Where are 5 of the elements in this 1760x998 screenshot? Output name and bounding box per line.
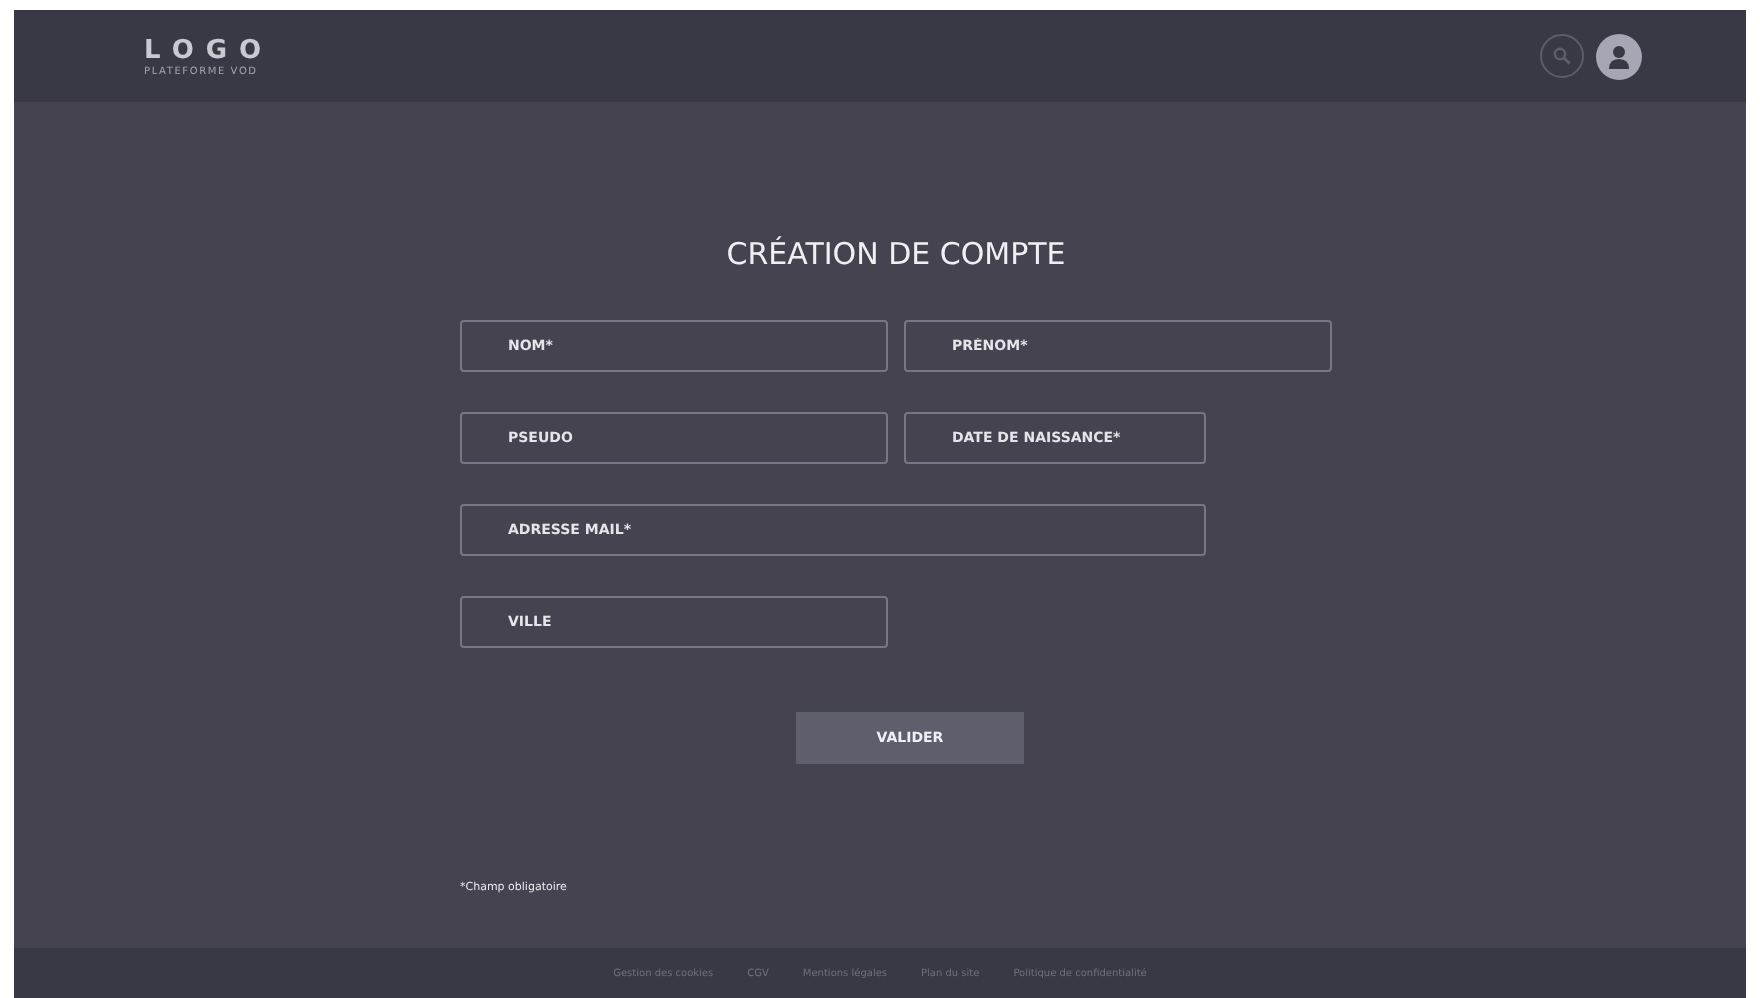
account-button[interactable] — [1596, 33, 1642, 79]
search-icon — [1552, 46, 1572, 66]
user-icon — [1606, 43, 1632, 69]
page-title: CRÉATION DE COMPTE — [724, 236, 1068, 272]
logo[interactable]: LOGO — [144, 35, 274, 65]
